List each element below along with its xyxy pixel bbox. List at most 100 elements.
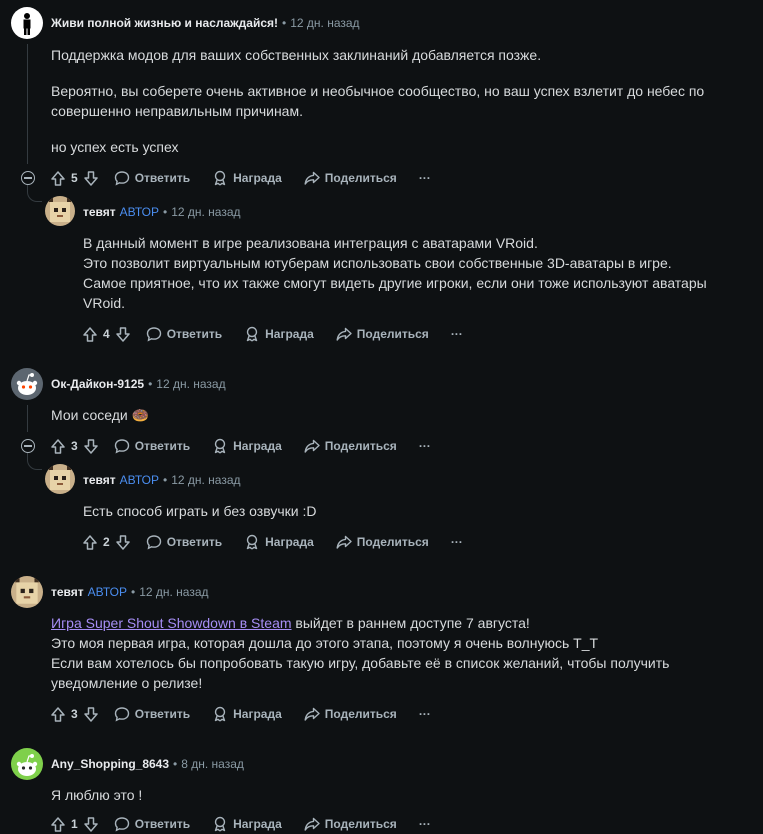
- share-button[interactable]: Поделиться: [304, 706, 397, 722]
- collapse-thread-button[interactable]: [21, 439, 35, 453]
- reply-button[interactable]: Ответить: [114, 438, 190, 454]
- avatar[interactable]: [11, 7, 43, 39]
- downvote-icon[interactable]: [115, 326, 130, 342]
- comment-body: Поддержка модов для ваших собственных за…: [51, 45, 751, 157]
- share-button[interactable]: Поделиться: [304, 170, 397, 186]
- username[interactable]: тевят: [83, 473, 116, 487]
- upvote-icon[interactable]: [51, 170, 65, 186]
- reply-button[interactable]: Ответить: [114, 170, 190, 186]
- more-options-button[interactable]: ···: [419, 707, 431, 721]
- avatar[interactable]: [11, 748, 43, 780]
- timestamp[interactable]: 12 дн. назад: [171, 205, 240, 219]
- avatar[interactable]: [11, 368, 43, 400]
- downvote-icon[interactable]: [115, 534, 130, 550]
- reply-label: Ответить: [134, 439, 191, 453]
- downvote-icon[interactable]: [83, 706, 98, 722]
- username[interactable]: тевят: [51, 585, 84, 599]
- username[interactable]: тевят: [83, 205, 116, 219]
- award-icon: [244, 326, 260, 342]
- comment-text: Мои соседи: [51, 407, 128, 423]
- vote-count: 1: [71, 817, 78, 831]
- comment-meta: Ок-Дайкон-9125 • 12 дн. назад: [51, 377, 226, 391]
- share-icon: [304, 706, 320, 722]
- comment-text: VRoid.: [83, 295, 126, 311]
- comment-actions: 2 Ответить Награда Поделиться ···: [83, 532, 485, 552]
- vote-group: 2: [83, 534, 130, 550]
- vote-count: 3: [71, 439, 78, 453]
- reply-label: Ответить: [166, 327, 223, 341]
- donut-emoji: 🍩: [131, 407, 150, 423]
- award-label: Награда: [265, 327, 314, 341]
- comment-body: В данный момент в игре реализована интег…: [83, 233, 753, 313]
- op-badge: АВТОР: [119, 205, 159, 219]
- timestamp[interactable]: 8 дн. назад: [181, 757, 244, 771]
- comment-actions: 5 Ответить Награда Поделиться ···: [51, 168, 453, 188]
- award-button[interactable]: Награда: [212, 706, 282, 722]
- upvote-icon[interactable]: [51, 706, 65, 722]
- downvote-icon[interactable]: [83, 170, 98, 186]
- pixel-avatar-icon: [15, 578, 39, 604]
- steam-game-link[interactable]: Игра Super Shout Showdown в Steam: [51, 615, 292, 631]
- more-options-icon: ···: [418, 439, 431, 453]
- more-options-button[interactable]: ···: [451, 327, 463, 341]
- award-button[interactable]: Награда: [244, 534, 314, 550]
- reply-button[interactable]: Ответить: [114, 816, 190, 832]
- comment-text: уведомление о релизе!: [51, 675, 203, 691]
- award-button[interactable]: Награда: [244, 326, 314, 342]
- comment-text: Я люблю это !: [51, 787, 143, 803]
- reply-icon: [114, 170, 130, 186]
- more-options-button[interactable]: ···: [451, 535, 463, 549]
- vote-count: 5: [71, 171, 78, 185]
- award-label: Награда: [233, 171, 282, 185]
- collapse-thread-button[interactable]: [21, 171, 35, 185]
- more-options-icon: ···: [418, 707, 431, 721]
- award-button[interactable]: Награда: [212, 816, 282, 832]
- avatar[interactable]: [11, 576, 43, 608]
- upvote-icon[interactable]: [83, 534, 97, 550]
- username[interactable]: Живи полной жизнью и наслаждайся!: [51, 16, 278, 30]
- upvote-icon[interactable]: [51, 438, 65, 454]
- reply-label: Ответить: [134, 817, 191, 831]
- share-button[interactable]: Поделиться: [336, 534, 429, 550]
- avatar[interactable]: [45, 464, 75, 494]
- share-label: Поделиться: [324, 171, 397, 185]
- timestamp[interactable]: 12 дн. назад: [139, 585, 208, 599]
- timestamp[interactable]: 12 дн. назад: [171, 473, 240, 487]
- comment-text: Вероятно, вы соберете очень активное и н…: [51, 83, 705, 99]
- thread-line[interactable]: [27, 44, 28, 164]
- reply-button[interactable]: Ответить: [114, 706, 190, 722]
- username[interactable]: Any_Shopping_8643: [51, 757, 169, 771]
- more-options-button[interactable]: ···: [419, 817, 431, 831]
- share-button[interactable]: Поделиться: [304, 438, 397, 454]
- share-button[interactable]: Поделиться: [336, 326, 429, 342]
- avatar[interactable]: [45, 196, 75, 226]
- comment-text: Если вам хотелось бы попробовать такую и…: [51, 655, 670, 671]
- comment-meta: тевят АВТОР • 12 дн. назад: [83, 205, 241, 219]
- more-options-icon: ···: [418, 817, 431, 831]
- reply-icon: [146, 326, 162, 342]
- upvote-icon[interactable]: [51, 816, 65, 832]
- award-icon: [212, 170, 228, 186]
- award-button[interactable]: Награда: [212, 438, 282, 454]
- thread-line[interactable]: [27, 405, 28, 432]
- award-button[interactable]: Награда: [212, 170, 282, 186]
- more-options-button[interactable]: ···: [419, 171, 431, 185]
- reply-button[interactable]: Ответить: [146, 534, 222, 550]
- award-icon: [244, 534, 260, 550]
- downvote-icon[interactable]: [83, 438, 98, 454]
- timestamp[interactable]: 12 дн. назад: [290, 16, 359, 30]
- comment-meta: Any_Shopping_8643 • 8 дн. назад: [51, 757, 244, 771]
- share-label: Поделиться: [356, 327, 429, 341]
- comment-body: Мои соседи 🍩: [51, 405, 731, 425]
- downvote-icon[interactable]: [83, 816, 98, 832]
- more-options-button[interactable]: ···: [419, 439, 431, 453]
- username[interactable]: Ок-Дайкон-9125: [51, 377, 144, 391]
- timestamp[interactable]: 12 дн. назад: [156, 377, 225, 391]
- reply-button[interactable]: Ответить: [146, 326, 222, 342]
- snoo-avatar-icon: [16, 373, 38, 395]
- reply-connector: [27, 185, 42, 202]
- upvote-icon[interactable]: [83, 326, 97, 342]
- share-button[interactable]: Поделиться: [304, 816, 397, 832]
- comment-body: Есть способ играть и без озвучки :D: [83, 501, 743, 521]
- comment-actions: 3 Ответить Награда Поделиться ···: [51, 436, 453, 456]
